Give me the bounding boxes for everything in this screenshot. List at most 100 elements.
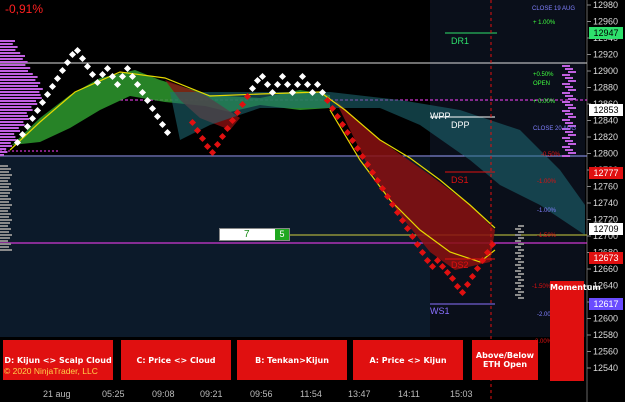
right-volume-bar: [565, 95, 573, 97]
volume-profile-bar: [0, 91, 40, 93]
volume-profile-bar: [0, 46, 18, 48]
renko-brick-up: [153, 112, 162, 121]
volume-profile-bar-gray: [0, 228, 11, 230]
price-tick-label-12760: 12760: [593, 182, 618, 192]
price-tick-label-12800: 12800: [593, 149, 618, 159]
renko-brick-up: [283, 80, 292, 89]
right-volume-bar: [565, 122, 573, 124]
volume-profile-bar: [0, 67, 31, 69]
momentum-button[interactable]: Momentum: [550, 281, 601, 381]
volume-profile-bar: [0, 151, 8, 153]
right-volume-bar: [565, 149, 573, 151]
signal-c-price-cloud[interactable]: C: Price <> Cloud: [121, 340, 231, 380]
time-label: 21 aug: [43, 389, 71, 399]
right-volume-bar: [562, 110, 570, 112]
pct-minus-15-red: -1.50%: [537, 233, 557, 239]
dr1-price: 12947: [589, 27, 623, 39]
volume-profile-bar-gray: [0, 177, 10, 179]
volume-profile-bar-gray: [0, 249, 12, 251]
volume-profile-bar-gray: [0, 216, 9, 218]
volume-profile-bar-gray: [0, 180, 8, 182]
right-volume-bar: [568, 152, 576, 154]
pct-minus-1-blue: -1.00%: [537, 208, 557, 214]
volume-profile-bar-gray: [0, 165, 8, 167]
right-volume-bar-gray: [515, 282, 521, 284]
renko-brick-up: [73, 46, 82, 55]
right-volume-bar-gray: [515, 240, 521, 242]
volume-profile-bar: [0, 121, 24, 123]
right-volume-bar-gray: [518, 249, 524, 251]
copyright-text: © 2020 NinjaTrader, LLC: [4, 366, 98, 376]
ds1-price: 12777: [589, 167, 623, 179]
volume-profile-bar: [0, 115, 28, 117]
right-volume-bar-gray: [518, 237, 524, 239]
renko-brick-up: [48, 82, 57, 91]
right-volume-bar: [562, 65, 570, 67]
daily-change-percent: -0,91%: [5, 2, 44, 16]
volume-profile-bar-gray: [0, 210, 8, 212]
pct-zero: + 0.00%: [533, 99, 556, 105]
signal-above-below-eth-open[interactable]: Above/Below ETH Open: [472, 340, 538, 380]
right-volume-bar: [565, 140, 573, 142]
volume-profile-bar: [0, 100, 36, 102]
price-tick-label-12960: 12960: [593, 17, 618, 27]
right-volume-bar: [562, 137, 570, 139]
volume-profile-bar: [0, 133, 15, 135]
right-volume-bar: [568, 116, 576, 118]
volume-profile-bar: [0, 142, 11, 144]
right-volume-bar-gray: [518, 225, 524, 227]
renko-brick-up: [53, 74, 62, 83]
volume-profile-bar: [0, 61, 28, 63]
volume-profile-bar: [0, 58, 23, 60]
volume-profile-bar-gray: [0, 192, 10, 194]
volume-profile-bar-gray: [0, 195, 8, 197]
renko-brick-down: [218, 132, 227, 141]
renko-brick-up: [163, 128, 172, 137]
time-label: 11:54: [300, 389, 322, 399]
price-tick-label-12560: 12560: [593, 347, 618, 357]
renko-brick-up: [293, 80, 302, 89]
pct-plus-1: + 1.00%: [533, 20, 556, 26]
right-volume-bar: [562, 83, 570, 85]
renko-brick-up: [263, 80, 272, 89]
volume-profile-bar-gray: [0, 204, 12, 206]
right-volume-bar-gray: [515, 246, 521, 248]
volume-profile-bar: [0, 79, 36, 81]
volume-profile-bar: [0, 40, 15, 42]
volume-profile-bar-gray: [0, 231, 9, 233]
chart-window[interactable]: 1298012960129401292012900128801286012840…: [0, 0, 625, 402]
wpp-label: WPP: [430, 111, 451, 121]
volume-profile-bar: [0, 130, 20, 132]
close-19-label: CLOSE 19 AUG: [532, 6, 575, 12]
right-volume-bar: [562, 119, 570, 121]
right-volume-bar-gray: [515, 258, 521, 260]
close-20-label: CLOSE 20 AUG: [533, 126, 576, 132]
price-tick-label-12840: 12840: [593, 116, 618, 126]
volume-profile-bar: [0, 112, 27, 114]
right-volume-bar: [565, 86, 573, 88]
volume-profile-bar: [0, 148, 7, 150]
volume-profile-bar: [0, 64, 26, 66]
volume-profile-bar: [0, 118, 30, 120]
volume-profile-bar: [0, 43, 13, 45]
right-volume-bar: [562, 146, 570, 148]
signal-b-tenkan-kijun[interactable]: B: Tenkan>Kijun: [237, 340, 347, 380]
renko-brick-up: [278, 72, 287, 81]
right-volume-bar: [565, 77, 573, 79]
last-price: 12853: [589, 104, 623, 116]
renko-brick-up: [38, 98, 47, 107]
renko-brick-up: [123, 64, 132, 73]
renko-brick-down: [198, 134, 207, 143]
price-tick-label-12540: 12540: [593, 363, 618, 373]
volume-profile-bar: [0, 85, 38, 87]
volume-profile-bar-gray: [0, 237, 10, 239]
right-volume-bar-gray: [515, 234, 521, 236]
right-volume-bar-gray: [515, 252, 521, 254]
signal-a-price-kijun[interactable]: A: Price <> Kijun: [353, 340, 463, 380]
right-volume-bar-gray: [515, 264, 521, 266]
signal-counter: 7 5: [219, 228, 290, 241]
right-volume-bar: [562, 92, 570, 94]
right-volume-bar: [568, 89, 576, 91]
price-tick-label-12920: 12920: [593, 50, 618, 60]
volume-profile-bar: [0, 154, 4, 156]
